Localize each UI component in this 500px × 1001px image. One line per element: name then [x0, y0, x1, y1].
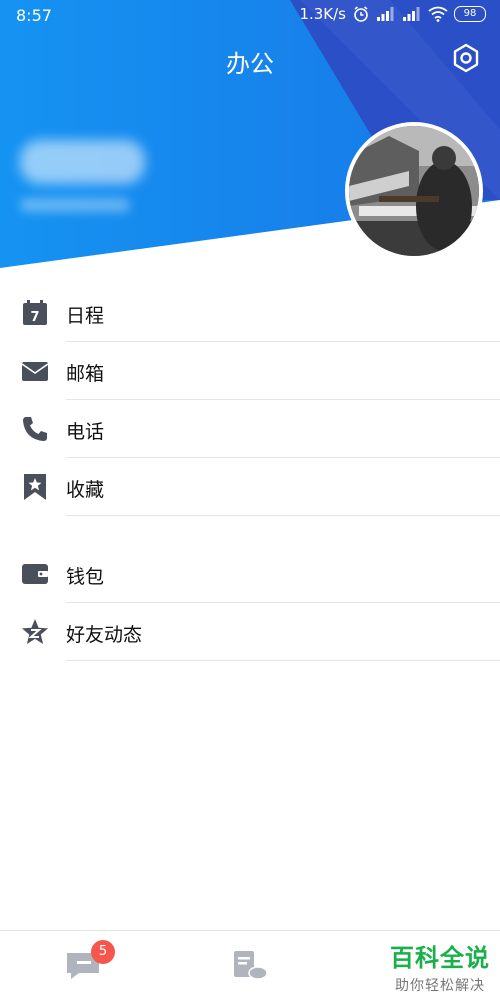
menu-label-friend-feed: 好友动态: [66, 624, 143, 646]
menu-group-primary: 7 日程 邮箱 电话 收藏: [0, 284, 500, 516]
alarm-icon: [354, 6, 368, 22]
menu-item-mailbox[interactable]: 邮箱: [0, 342, 500, 400]
document-cloud-icon: [234, 951, 268, 980]
menu-item-phone[interactable]: 电话: [0, 400, 500, 458]
bookmark-star-icon: [24, 474, 46, 500]
unread-badge: 5: [91, 940, 115, 964]
menu-label-wallet: 钱包: [66, 566, 105, 588]
watermark-title: 百科全说: [390, 944, 490, 972]
menu-item-schedule[interactable]: 7 日程: [0, 284, 500, 342]
gear-icon[interactable]: [450, 42, 482, 74]
menu-item-wallet[interactable]: 钱包: [0, 545, 500, 603]
blurred-username: [20, 140, 145, 184]
signal-icon: [377, 7, 394, 21]
nav-tab-docs[interactable]: [167, 931, 333, 1001]
menu-label-mailbox: 邮箱: [66, 363, 105, 385]
watermark: 百科全说 助你轻松解决: [390, 938, 490, 995]
divider: [66, 660, 500, 661]
wallet-icon: [22, 564, 48, 584]
divider: [66, 515, 500, 516]
battery-indicator: 98: [454, 6, 486, 22]
qzone-star-icon: [22, 619, 48, 644]
wifi-icon: [428, 6, 448, 22]
calendar-icon: 7: [23, 300, 47, 325]
menu-item-friend-feed[interactable]: 好友动态: [0, 603, 500, 661]
menu-label-schedule: 日程: [66, 305, 105, 327]
menu-group-secondary: 钱包 好友动态: [0, 545, 500, 661]
phone-icon: [23, 417, 47, 441]
avatar-image: [349, 126, 479, 256]
network-speed: 1.3K/s: [299, 5, 346, 23]
page-title: 办公: [226, 50, 274, 78]
blurred-user-info: [20, 198, 130, 212]
watermark-subtitle: 助你轻松解决: [395, 978, 485, 994]
mail-icon: [21, 362, 49, 381]
menu-item-favorites[interactable]: 收藏: [0, 458, 500, 516]
status-time: 8:57: [16, 6, 52, 25]
menu-label-phone: 电话: [66, 421, 105, 443]
status-icons: 1.3K/s 98: [299, 5, 486, 23]
avatar[interactable]: [345, 122, 483, 260]
calendar-day: 7: [30, 310, 39, 325]
nav-tab-messages[interactable]: [0, 931, 166, 1001]
status-bar: 8:57 1.3K/s 98: [0, 0, 500, 32]
signal-icon-2: [403, 7, 420, 21]
menu-label-favorites: 收藏: [66, 479, 105, 501]
